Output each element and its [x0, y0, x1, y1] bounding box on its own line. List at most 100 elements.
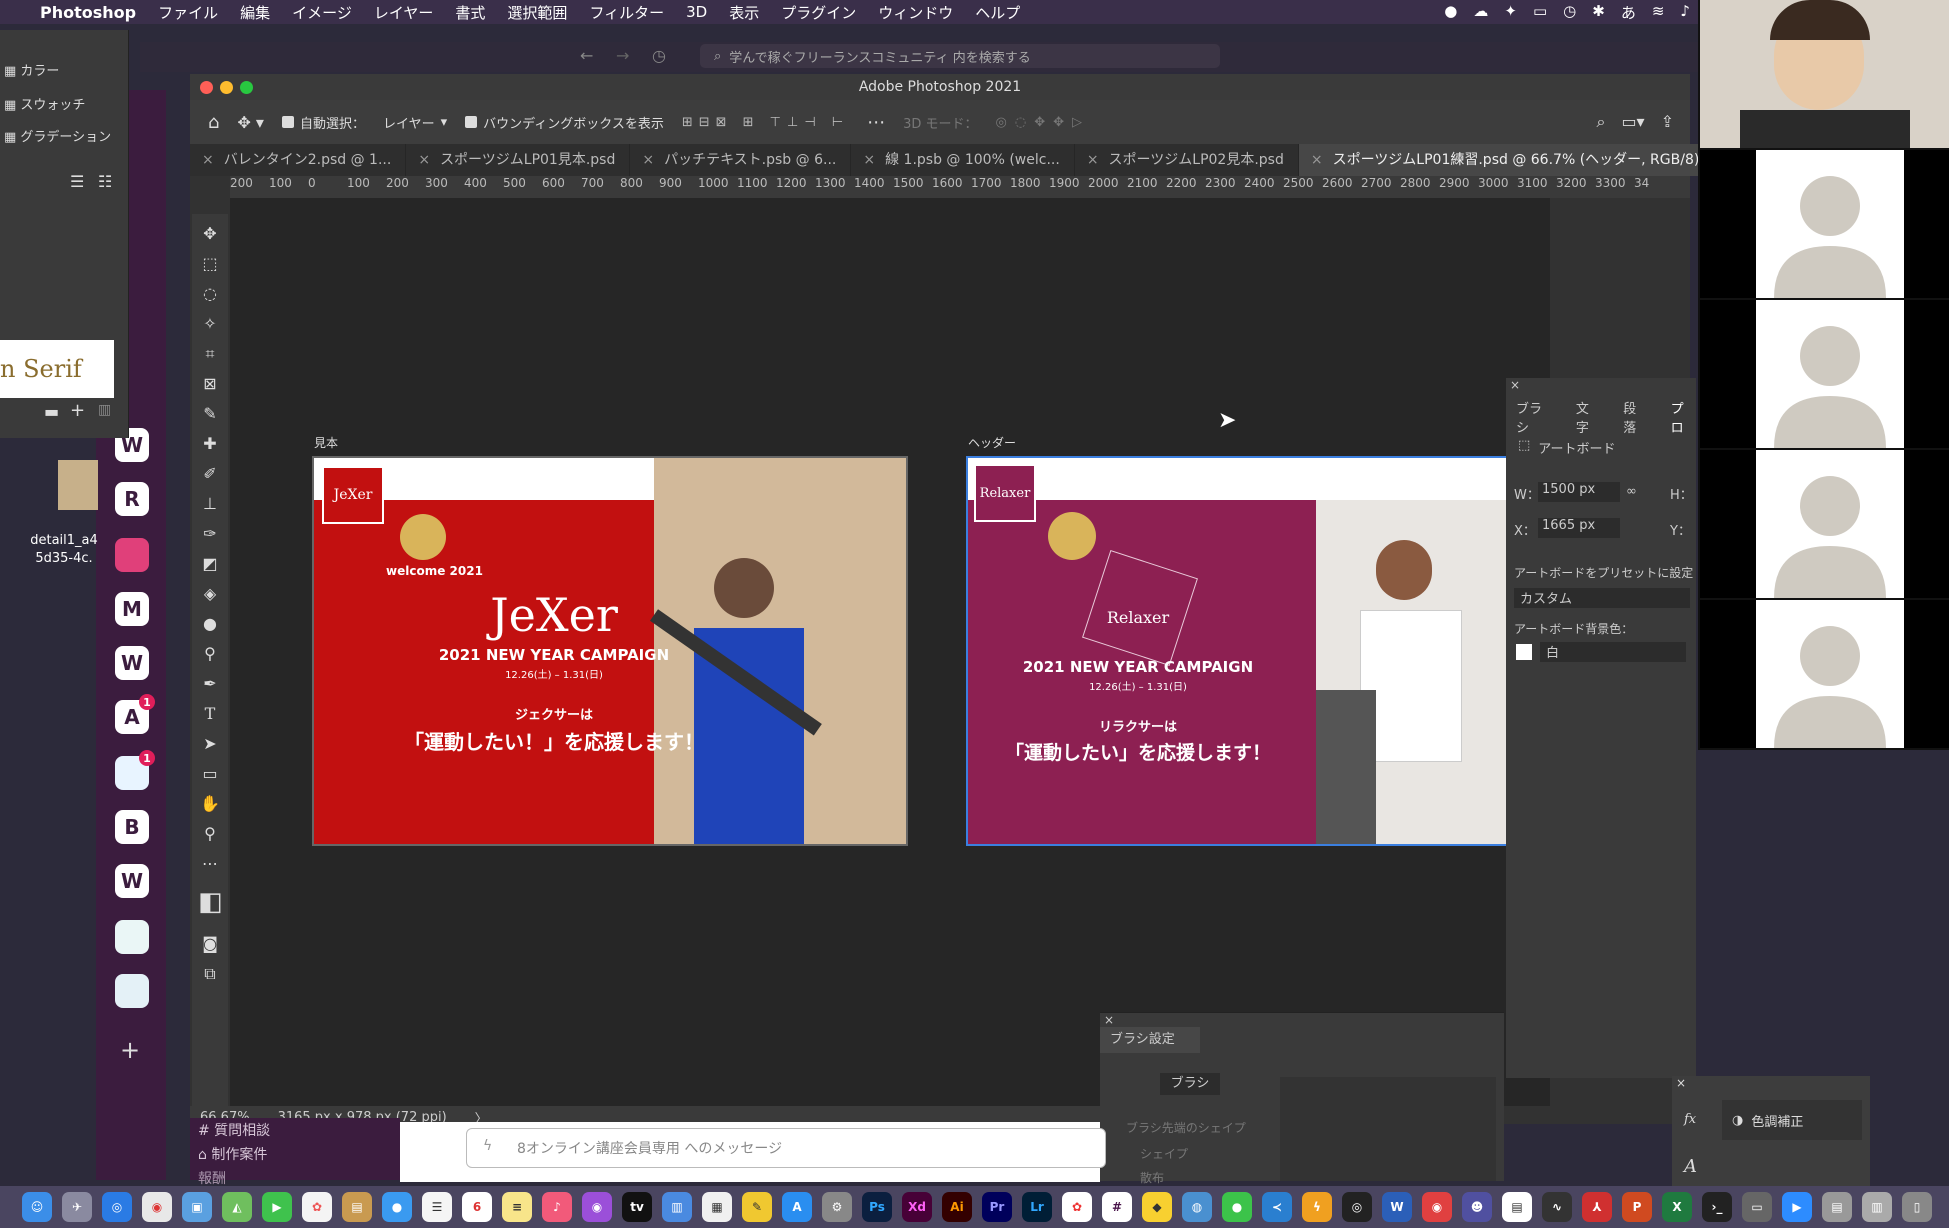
zoom-window-icon[interactable] [240, 81, 253, 94]
maps-icon[interactable]: ◭ [222, 1192, 252, 1222]
back-arrow-icon[interactable]: ← [580, 46, 593, 65]
3d-tool-icons[interactable]: ◎◌✥✥▷ [996, 115, 1090, 130]
finder-icon[interactable]: ☺ [22, 1192, 52, 1222]
close-panel-icon[interactable]: × [1676, 1076, 1686, 1090]
volume-icon[interactable]: ♪ [1680, 2, 1690, 23]
close-tab-icon[interactable]: × [202, 152, 214, 168]
workspace-r[interactable]: R [115, 482, 149, 516]
word-icon[interactable]: W [1382, 1192, 1412, 1222]
tab-sportsgym-lp01-sample[interactable]: × スポーツジムLP01見本.psd [406, 144, 631, 176]
time-machine-icon[interactable]: ◷ [1563, 2, 1576, 23]
type-tool-icon[interactable]: T [198, 702, 222, 726]
brush-scatter[interactable]: 散布 [1140, 1169, 1164, 1186]
list-view-icon[interactable]: ☰ [70, 172, 84, 191]
more-options-icon[interactable]: ⋯ [867, 112, 885, 133]
tab-properties[interactable]: プロ [1671, 398, 1696, 436]
close-tab-icon[interactable]: × [863, 152, 875, 168]
menu-plugins[interactable]: プラグイン [781, 2, 856, 23]
workspace-menta[interactable] [115, 920, 149, 954]
folder-icon[interactable]: ▬ [44, 402, 59, 421]
facetime-icon[interactable]: ▶ [262, 1192, 292, 1222]
photos-icon[interactable]: ✿ [302, 1192, 332, 1222]
menu-select[interactable]: 選択範囲 [507, 2, 567, 23]
participant-tile[interactable] [1700, 150, 1949, 298]
dodge-tool-icon[interactable]: ⚲ [198, 642, 222, 666]
close-tab-icon[interactable]: × [418, 152, 430, 168]
bg-color-dropdown[interactable]: 白 [1540, 642, 1686, 662]
panel-swatches[interactable]: ▦ スウォッチ [4, 94, 85, 113]
menu-view[interactable]: 表示 [729, 2, 759, 23]
sketch-icon[interactable]: ϟ [1302, 1192, 1332, 1222]
tab-brush[interactable]: ブラシ [1516, 398, 1554, 436]
menu-image[interactable]: イメージ [292, 2, 352, 23]
music-icon[interactable]: ♪ [542, 1192, 572, 1222]
paint-bucket-tool-icon[interactable]: ◈ [198, 582, 222, 606]
home-icon[interactable]: ⌂ [208, 112, 219, 133]
desktop-file-label[interactable]: detail1_a4 5d35-4c. [14, 532, 114, 568]
brush-tool-icon[interactable]: ✐ [198, 462, 222, 486]
line-icon[interactable]: ● [1444, 2, 1457, 23]
notes-icon[interactable]: ≡ [502, 1192, 532, 1222]
illustrator-icon[interactable]: Ai [942, 1192, 972, 1222]
podcasts-icon[interactable]: ◉ [582, 1192, 612, 1222]
frame-tool-icon[interactable]: ⊠ [198, 372, 222, 396]
blur-tool-icon[interactable]: ● [198, 612, 222, 636]
participant-video-camera[interactable] [1700, 0, 1949, 148]
tab-patch-text[interactable]: × パッチテキスト.psb @ 6... [630, 144, 852, 176]
rectangle-tool-icon[interactable]: ▭ [198, 762, 222, 786]
screen-mode-icon[interactable]: ⧉ [198, 962, 222, 986]
close-tab-icon[interactable]: × [1311, 152, 1323, 168]
menu-app-name[interactable]: Photoshop [40, 3, 136, 22]
search-icon[interactable]: ⌕ [1596, 112, 1605, 132]
search-input[interactable]: ⌕ 学んで稼ぐフリーランスコミュニティ 内を検索する [700, 44, 1220, 68]
minimize-window-icon[interactable] [220, 81, 233, 94]
menu-window[interactable]: ウィンドウ [878, 2, 953, 23]
workspace-icon[interactable]: ▭▾ [1621, 112, 1644, 132]
tab-paragraph[interactable]: 段落 [1623, 398, 1648, 436]
slack-icon[interactable]: # [1102, 1192, 1132, 1222]
marquee-tool-icon[interactable]: ⬚ [198, 252, 222, 276]
workspace-a[interactable]: A1 [115, 694, 155, 734]
artboard-header[interactable]: Relaxer Relaxer 2021 NEW YEAR CAMPAIGN 1… [966, 456, 1510, 846]
menu-edit[interactable]: 編集 [240, 2, 270, 23]
align-icons[interactable]: ⊞⊟⊠ ⊞ ⊤⊥⊣ ⊢ [682, 115, 849, 130]
menu-help[interactable]: ヘルプ [975, 2, 1020, 23]
tab-sportsgym-lp01-practice[interactable]: × スポーツジムLP01練習.psd @ 66.7% (ヘッダー, RGB/8) [1298, 144, 1715, 176]
desktop-file-thumbnail[interactable] [58, 460, 98, 510]
width-input[interactable]: 1500 px [1538, 482, 1620, 502]
adjustments-button[interactable]: ◑ 色調補正 [1722, 1100, 1862, 1140]
crop-tool-icon[interactable]: ⌗ [198, 342, 222, 366]
hand-tool-icon[interactable]: ✋ [198, 792, 222, 816]
channel-questions[interactable]: # 質問相談 [190, 1118, 400, 1140]
bounding-box-checkbox[interactable]: バウンディングボックスを表示 [465, 113, 664, 132]
terminal-icon[interactable]: ›_ [1702, 1192, 1732, 1222]
close-tab-icon[interactable]: × [642, 152, 654, 168]
close-panel-icon[interactable]: × [1510, 378, 1520, 392]
panel-gradients[interactable]: ▦ グラデーション [4, 126, 111, 145]
brush-tip-shape[interactable]: ブラシ先端のシェイプ [1126, 1119, 1246, 1136]
tab-character[interactable]: 文字 [1576, 398, 1601, 436]
system-preferences-icon[interactable]: ⚙ [822, 1192, 852, 1222]
lightning-icon[interactable]: ϟ [483, 1138, 492, 1154]
healing-brush-tool-icon[interactable]: ✚ [198, 432, 222, 456]
brush-settings-tab[interactable]: ブラシ設定 [1100, 1027, 1200, 1053]
workspace-w-3[interactable]: W [115, 864, 149, 898]
zoom-app-icon[interactable]: ▶ [1782, 1192, 1812, 1222]
text-editor-icon[interactable]: ▤ [1502, 1192, 1532, 1222]
cyberduck-icon[interactable]: ◆ [1142, 1192, 1172, 1222]
add-workspace-button[interactable]: + [120, 1036, 140, 1064]
eyedropper-tool-icon[interactable]: ✎ [198, 402, 222, 426]
grid-view-icon[interactable]: ☷ [98, 172, 112, 191]
input-method-icon[interactable]: あ [1621, 2, 1636, 23]
workspace-b[interactable]: B [115, 810, 149, 844]
cloud-icon[interactable]: ☁ [1473, 2, 1488, 23]
workspace-w-2[interactable]: W [115, 646, 149, 680]
dropbox-icon[interactable]: ✦ [1504, 2, 1517, 23]
calendar-icon[interactable]: 6 [462, 1192, 492, 1222]
launchpad-icon[interactable]: ✈ [62, 1192, 92, 1222]
message-input[interactable]: ϟ 8オンライン講座会員専用 へのメッセージ [466, 1128, 1106, 1168]
preset-dropdown[interactable]: カスタム [1514, 588, 1690, 608]
globe-icon[interactable]: ◍ [1182, 1192, 1212, 1222]
add-icon[interactable]: + [70, 400, 85, 421]
pen-tool-icon[interactable]: ✒ [198, 672, 222, 696]
